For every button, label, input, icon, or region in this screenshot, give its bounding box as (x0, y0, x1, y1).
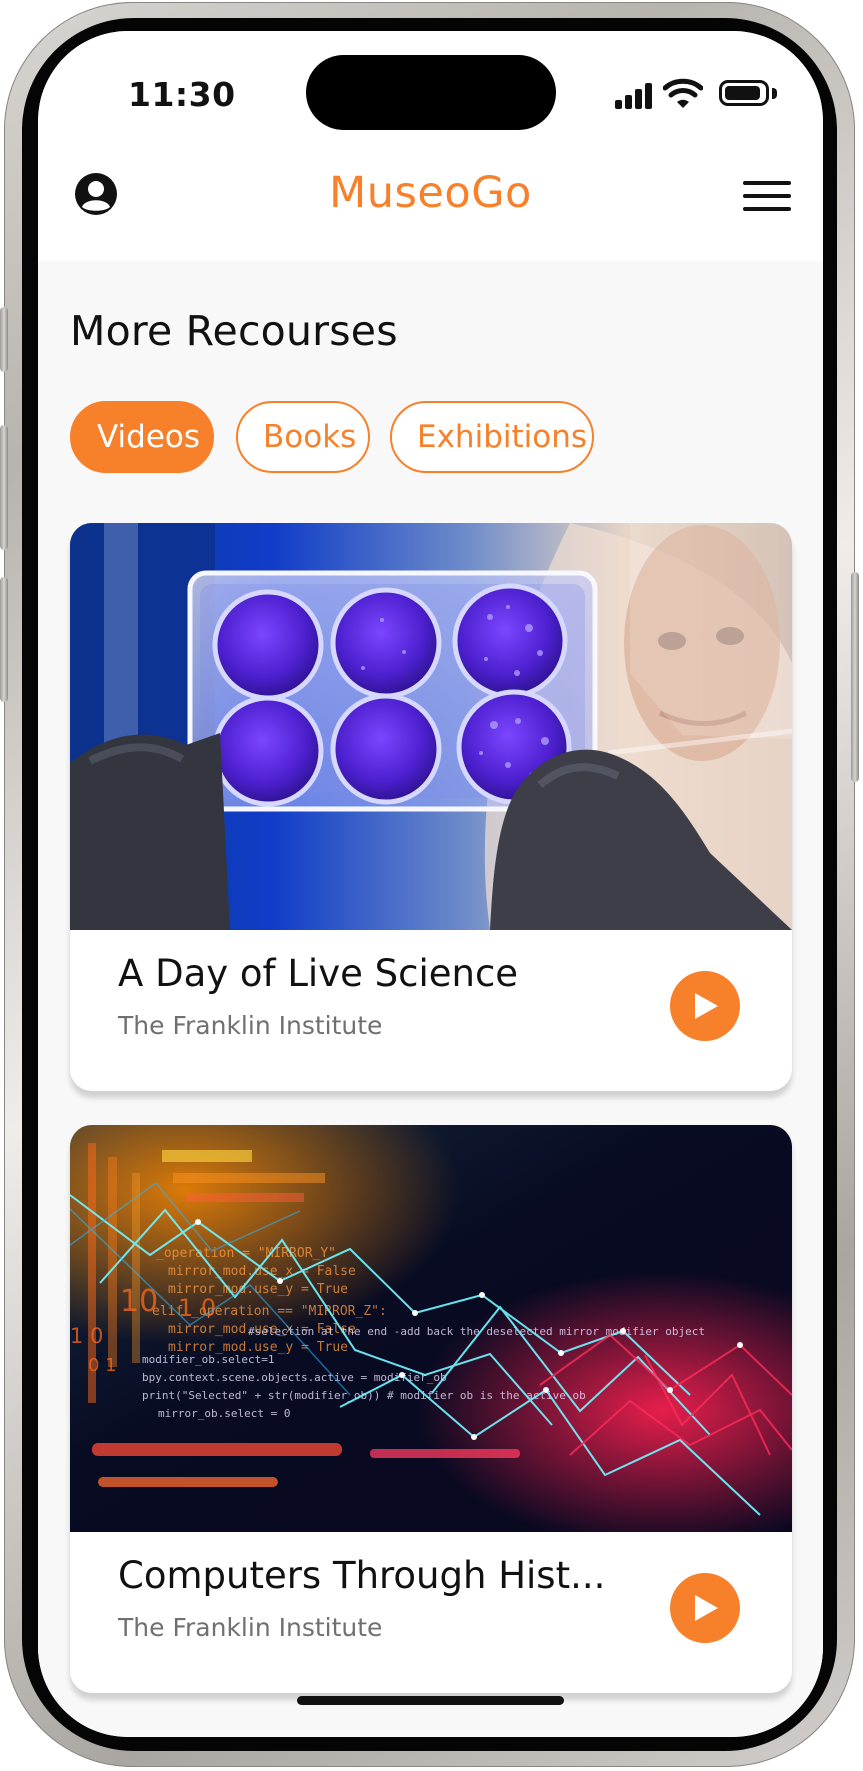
side-button-left-top (0, 307, 8, 372)
play-icon (695, 1595, 718, 1621)
svg-text:_operation = "MIRROR_Y": _operation = "MIRROR_Y" (156, 1246, 336, 1261)
filter-chip-videos-label: Videos (97, 419, 201, 455)
app-header: MuseoGo (38, 156, 823, 261)
video-thumbnail-science[interactable] (70, 523, 792, 930)
filter-chip-books[interactable]: Books (236, 401, 370, 473)
app-title: MuseoGo (329, 168, 532, 218)
svg-text:mirror_mod.use_x = False: mirror_mod.use_x = False (168, 1264, 356, 1279)
battery-cap (772, 88, 777, 99)
svg-text:1 0: 1 0 (178, 1294, 216, 1322)
video-card-live-science[interactable]: A Day of Live Science The Franklin Insti… (70, 523, 792, 1091)
wifi-icon (663, 78, 703, 108)
app-screen: 11:30 MuseoGo More Recourses Videos Book… (38, 31, 823, 1737)
side-button-left-middle (0, 425, 8, 550)
side-button-left-bottom (0, 577, 8, 702)
side-button-right (851, 572, 859, 782)
dynamic-island (306, 55, 556, 130)
filter-chip-exhibitions-label: Exhibitions (417, 419, 588, 455)
battery-icon (719, 80, 769, 106)
main-content: More Recourses Videos Books Exhibitions (38, 261, 823, 1737)
svg-text:0 1: 0 1 (88, 1355, 117, 1376)
user-circle-icon[interactable] (75, 173, 117, 215)
video-source: The Franklin Institute (118, 1613, 383, 1642)
signal-icon (615, 83, 655, 109)
filter-chip-exhibitions[interactable]: Exhibitions (390, 401, 594, 473)
status-time: 11:30 (128, 75, 236, 114)
svg-text:mirror_ob.select = 0: mirror_ob.select = 0 (158, 1407, 290, 1420)
video-title: A Day of Live Science (118, 952, 519, 995)
filter-chip-videos[interactable]: Videos (70, 401, 214, 473)
home-indicator[interactable] (297, 1696, 564, 1705)
play-button[interactable] (670, 1573, 740, 1643)
svg-text:modifier_ob.select=1: modifier_ob.select=1 (142, 1353, 274, 1366)
svg-text:1 0: 1 0 (70, 1324, 103, 1348)
video-card-computers[interactable]: _operation = "MIRROR_Y" mirror_mod.use_x… (70, 1125, 792, 1693)
play-icon (695, 993, 718, 1019)
video-title: Computers Through Hist... (118, 1554, 606, 1597)
hamburger-menu-icon[interactable] (743, 181, 791, 212)
video-source: The Franklin Institute (118, 1011, 383, 1040)
play-button[interactable] (670, 971, 740, 1041)
video-thumbnail-computers[interactable]: _operation = "MIRROR_Y" mirror_mod.use_x… (70, 1125, 792, 1532)
battery-level (725, 86, 760, 100)
section-title: More Recourses (70, 307, 398, 355)
filter-chip-books-label: Books (263, 419, 357, 455)
